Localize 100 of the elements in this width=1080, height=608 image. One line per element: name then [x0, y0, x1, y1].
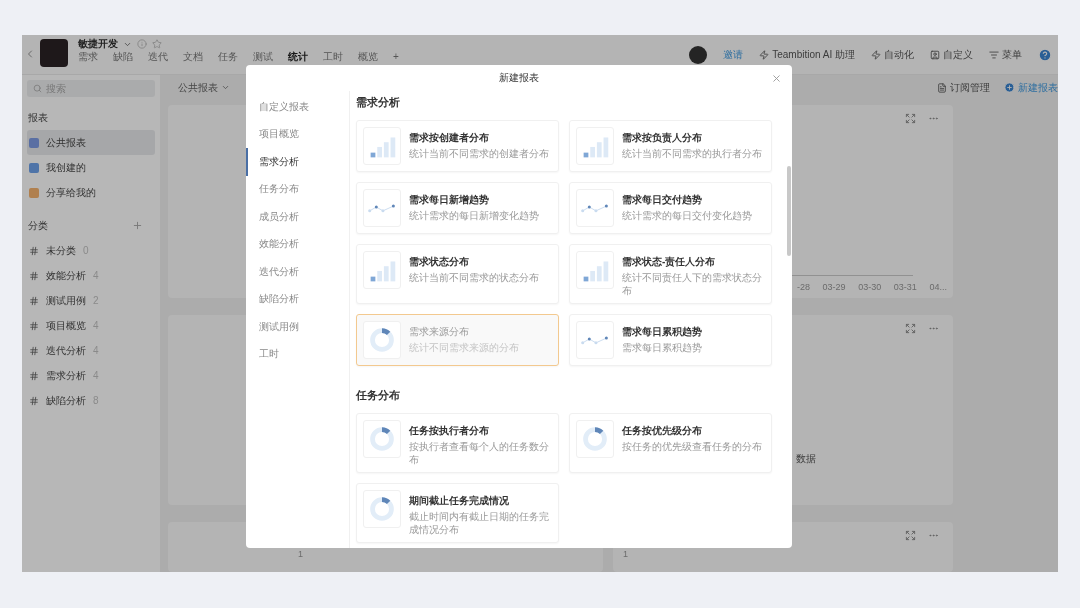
- category-nav-item[interactable]: 任务分布: [246, 175, 349, 203]
- nav-tab[interactable]: 缺陷: [113, 51, 133, 63]
- add-tab-button[interactable]: +: [393, 51, 399, 63]
- document-icon[interactable]: [937, 82, 947, 93]
- nav-tab[interactable]: 需求: [78, 51, 98, 63]
- section-title: 任务分布: [356, 388, 401, 403]
- hash-icon: [29, 395, 39, 406]
- expand-icon[interactable]: [905, 323, 916, 334]
- hash-icon: [29, 320, 39, 331]
- category-nav-item[interactable]: 自定义报表: [246, 93, 349, 121]
- report-template-card[interactable]: 需求按创建者分布 统计当前不同需求的创建者分布: [356, 120, 559, 172]
- scrollbar-thumb[interactable]: [787, 166, 791, 256]
- count-text: 1: [623, 549, 629, 559]
- section-title: 报表: [28, 110, 48, 125]
- category-nav-item[interactable]: 迭代分析: [246, 258, 349, 286]
- user-icon[interactable]: [930, 50, 940, 60]
- empty-message: 数据: [796, 452, 817, 466]
- sidebar-item[interactable]: 我创建的: [27, 155, 155, 180]
- star-icon[interactable]: [152, 39, 162, 49]
- hash-icon: [29, 295, 39, 306]
- report-template-card[interactable]: 需求每日新增趋势 统计需求的每日新增变化趋势: [356, 182, 559, 234]
- report-title: 需求每日交付趋势: [622, 193, 703, 207]
- menu-button[interactable]: 菜单: [1002, 48, 1022, 62]
- nav-tab[interactable]: 任务: [218, 51, 238, 63]
- donut-chart-icon: [363, 321, 401, 359]
- report-description: 统计当前不同需求的执行者分布: [622, 147, 762, 160]
- expand-icon[interactable]: [905, 113, 916, 124]
- nav-tab[interactable]: 迭代: [148, 51, 168, 63]
- add-icon[interactable]: [1004, 82, 1015, 93]
- report-template-card[interactable]: 期间截止任务完成情况 截止时间内有截止日期的任务完成情况分布: [356, 483, 559, 543]
- report-title: 需求来源分布: [409, 325, 470, 339]
- category-item[interactable]: 需求分析: [46, 368, 86, 383]
- report-template-card[interactable]: 需求按负责人分布 统计当前不同需求的执行者分布: [569, 120, 772, 172]
- category-nav-item[interactable]: 工时: [246, 340, 349, 368]
- category-nav-item[interactable]: 项目概览: [246, 120, 349, 148]
- photo-placeholder: [40, 39, 68, 67]
- report-template-card[interactable]: 需求状态分布 统计当前不同需求的状态分布: [356, 244, 559, 304]
- donut-chart-icon: [363, 490, 401, 528]
- nav-tab[interactable]: 工时: [323, 51, 343, 63]
- report-template-card[interactable]: 任务按执行者分布 按执行者查看每个人的任务数分布: [356, 413, 559, 473]
- search-icon: [33, 84, 42, 93]
- line-chart-icon: [576, 189, 614, 227]
- axis-label: 04...: [929, 282, 947, 292]
- customize-button[interactable]: 自定义: [943, 48, 973, 62]
- category-nav-item[interactable]: 效能分析: [246, 230, 349, 258]
- report-description: 统计需求的每日交付变化趋势: [622, 209, 752, 222]
- category-nav-item[interactable]: 缺陷分析: [246, 285, 349, 313]
- sidebar-item[interactable]: 公共报表: [27, 130, 155, 155]
- report-title: 期间截止任务完成情况: [409, 494, 510, 508]
- nav-tab[interactable]: 概览: [358, 51, 378, 63]
- section-title: 分类: [28, 218, 48, 233]
- bar-chart-icon: [576, 127, 614, 165]
- nav-tab[interactable]: 测试: [253, 51, 273, 63]
- axis-label: 03-29: [822, 282, 846, 292]
- menu-icon[interactable]: [989, 50, 999, 60]
- report-description: 按执行者查看每个人的任务数分布: [409, 440, 550, 466]
- hash-icon: [29, 370, 39, 381]
- report-title: 任务按执行者分布: [409, 424, 490, 438]
- report-description: 统计不同责任人下的需求状态分布: [622, 271, 763, 297]
- category-nav-item[interactable]: 需求分析: [246, 148, 349, 176]
- expand-icon[interactable]: [905, 530, 916, 541]
- add-icon[interactable]: [132, 220, 143, 231]
- nav-tab[interactable]: 统计: [288, 51, 308, 63]
- line-chart-icon: [363, 189, 401, 227]
- category-item[interactable]: 未分类: [46, 243, 76, 258]
- hash-icon: [29, 270, 39, 281]
- report-description: 统计需求的每日新增变化趋势: [409, 209, 539, 222]
- report-template-card[interactable]: 需求每日累积趋势 需求每日累积趋势: [569, 314, 772, 366]
- report-template-card[interactable]: 任务按优先级分布 按任务的优先级查看任务的分布: [569, 413, 772, 473]
- report-title: 需求每日新增趋势: [409, 193, 490, 207]
- automation-button[interactable]: 自动化: [884, 48, 914, 62]
- category-item[interactable]: 缺陷分析: [46, 393, 86, 408]
- help-icon[interactable]: [1038, 48, 1052, 62]
- axis-label: 03-30: [858, 282, 882, 292]
- category-item[interactable]: 测试用例: [46, 293, 86, 308]
- report-template-card[interactable]: 需求每日交付趋势 统计需求的每日交付变化趋势: [569, 182, 772, 234]
- category-item[interactable]: 效能分析: [46, 268, 86, 283]
- sidebar-item[interactable]: 分享给我的: [27, 180, 155, 205]
- lightning-icon[interactable]: [871, 50, 881, 60]
- category-nav-item[interactable]: 测试用例: [246, 313, 349, 341]
- avatar[interactable]: [689, 46, 708, 64]
- scope-dropdown[interactable]: 公共报表: [178, 80, 230, 95]
- close-button[interactable]: [771, 72, 782, 84]
- report-title: 需求状态-责任人分布: [622, 255, 717, 269]
- ai-assistant-button[interactable]: Teambition AI 助理: [772, 48, 855, 62]
- category-item[interactable]: 迭代分析: [46, 343, 86, 358]
- category-nav-item[interactable]: 成员分析: [246, 203, 349, 231]
- subscribe-button[interactable]: 订阅管理: [950, 80, 990, 95]
- bar-chart-icon: [576, 251, 614, 289]
- category-item[interactable]: 项目概览: [46, 318, 86, 333]
- nav-tab[interactable]: 文档: [183, 51, 203, 63]
- report-template-card[interactable]: 需求状态-责任人分布 统计不同责任人下的需求状态分布: [569, 244, 772, 304]
- section-title: 需求分析: [356, 95, 401, 110]
- hash-icon: [29, 345, 39, 356]
- line-chart-icon: [576, 321, 614, 359]
- project-name[interactable]: 敏捷开发: [78, 38, 118, 50]
- report-description: 需求每日累积趋势: [622, 341, 702, 354]
- report-description: 统计当前不同需求的创建者分布: [409, 147, 549, 160]
- report-description: 按任务的优先级查看任务的分布: [622, 440, 762, 453]
- bar-chart-icon: [363, 251, 401, 289]
